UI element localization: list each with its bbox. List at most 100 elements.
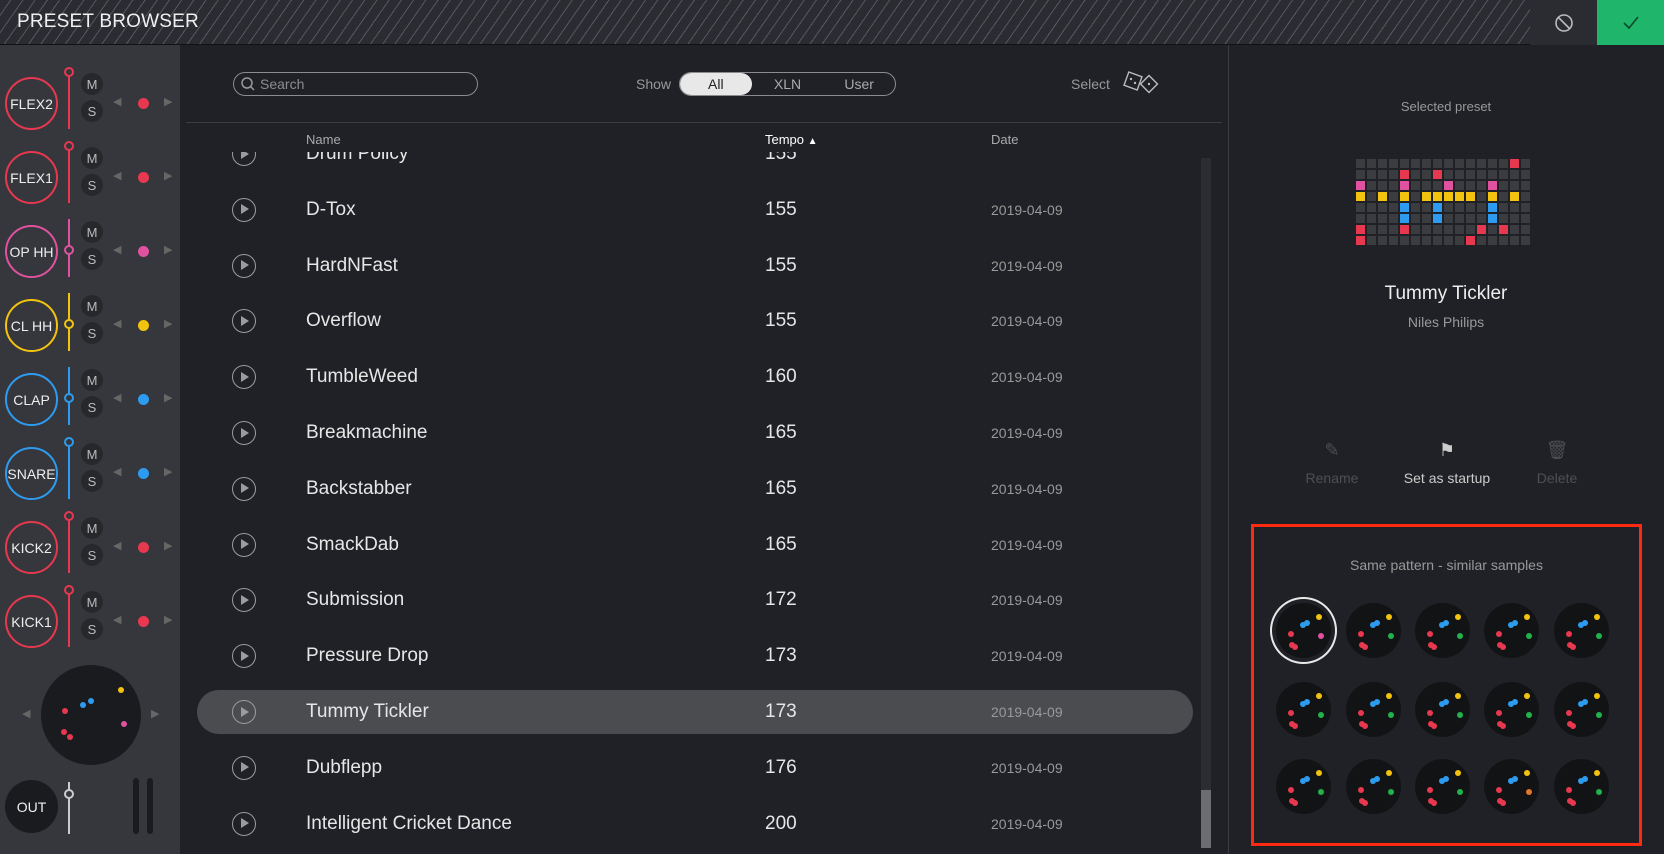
output-fader-handle[interactable]: [64, 789, 74, 799]
similar-preset[interactable]: [1346, 759, 1401, 814]
solo-button[interactable]: S: [81, 396, 103, 418]
next-arrow-icon[interactable]: ▶: [151, 707, 159, 720]
solo-button[interactable]: S: [81, 618, 103, 640]
next-sample-icon[interactable]: ▶: [164, 95, 172, 108]
preset-row[interactable]: Pressure Drop 173 2019-04-09: [197, 634, 1193, 678]
filter-user[interactable]: User: [823, 73, 895, 95]
channel-fader[interactable]: [68, 589, 70, 647]
mute-button[interactable]: M: [81, 443, 103, 465]
mute-button[interactable]: M: [81, 221, 103, 243]
dice-icon[interactable]: [1122, 70, 1164, 98]
column-date[interactable]: Date: [991, 132, 1018, 147]
similar-preset[interactable]: [1415, 603, 1470, 658]
prev-arrow-icon[interactable]: ◀: [22, 707, 30, 720]
preset-row[interactable]: TumbleWeed 160 2019-04-09: [197, 355, 1193, 399]
play-icon[interactable]: [232, 365, 256, 390]
search-input[interactable]: [233, 72, 478, 96]
play-icon[interactable]: [232, 644, 256, 669]
fader-handle[interactable]: [64, 141, 74, 151]
preset-row[interactable]: D-Tox 155 2019-04-09: [197, 188, 1193, 232]
channel-fader[interactable]: [68, 145, 70, 203]
solo-button[interactable]: S: [81, 100, 103, 122]
similar-preset[interactable]: [1276, 759, 1331, 814]
channel-fader[interactable]: [68, 71, 70, 129]
solo-button[interactable]: S: [81, 544, 103, 566]
set-as-startup-button[interactable]: ⚑ Set as startup: [1392, 440, 1502, 486]
similar-preset[interactable]: [1346, 682, 1401, 737]
preset-row[interactable]: Dubflepp 176 2019-04-09: [197, 746, 1193, 790]
similar-preset[interactable]: [1554, 759, 1609, 814]
prev-sample-icon[interactable]: ◀: [113, 391, 121, 404]
prev-sample-icon[interactable]: ◀: [113, 243, 121, 256]
confirm-button[interactable]: [1597, 0, 1664, 45]
preset-row[interactable]: Drum Policy 155: [197, 152, 1193, 176]
mute-button[interactable]: M: [81, 147, 103, 169]
filter-xln[interactable]: XLN: [752, 73, 824, 95]
fader-handle[interactable]: [64, 319, 74, 329]
similar-preset[interactable]: [1484, 603, 1539, 658]
similar-preset[interactable]: [1415, 759, 1470, 814]
similar-preset[interactable]: [1276, 682, 1331, 737]
fader-handle[interactable]: [64, 67, 74, 77]
mute-button[interactable]: M: [81, 369, 103, 391]
delete-button[interactable]: 🗑 Delete: [1502, 440, 1612, 486]
next-sample-icon[interactable]: ▶: [164, 169, 172, 182]
solo-button[interactable]: S: [81, 470, 103, 492]
prev-sample-icon[interactable]: ◀: [113, 169, 121, 182]
mute-button[interactable]: M: [81, 295, 103, 317]
next-sample-icon[interactable]: ▶: [164, 613, 172, 626]
play-icon[interactable]: [232, 197, 256, 222]
solo-button[interactable]: S: [81, 322, 103, 344]
fader-handle[interactable]: [64, 585, 74, 595]
next-sample-icon[interactable]: ▶: [164, 465, 172, 478]
channel-knob[interactable]: CL HH: [5, 299, 58, 352]
play-icon[interactable]: [232, 811, 256, 836]
scrollbar-thumb[interactable]: [1201, 790, 1211, 848]
preset-row[interactable]: SmackDab 165 2019-04-09: [197, 523, 1193, 567]
similar-preset[interactable]: [1484, 682, 1539, 737]
similar-preset[interactable]: [1276, 603, 1331, 658]
preset-row[interactable]: Breakmachine 165 2019-04-09: [197, 411, 1193, 455]
channel-knob[interactable]: SNARE: [5, 447, 58, 500]
preset-row[interactable]: Tummy Tickler 173 2019-04-09: [197, 690, 1193, 734]
solo-button[interactable]: S: [81, 248, 103, 270]
channel-knob[interactable]: KICK1: [5, 595, 58, 648]
mute-button[interactable]: M: [81, 73, 103, 95]
play-icon[interactable]: [232, 588, 256, 613]
play-icon[interactable]: [232, 476, 256, 501]
next-sample-icon[interactable]: ▶: [164, 243, 172, 256]
preset-row[interactable]: Intelligent Cricket Dance 200 2019-04-09: [197, 802, 1193, 846]
similar-preset[interactable]: [1554, 603, 1609, 658]
similar-preset[interactable]: [1415, 682, 1470, 737]
mute-button[interactable]: M: [81, 517, 103, 539]
next-sample-icon[interactable]: ▶: [164, 391, 172, 404]
prev-sample-icon[interactable]: ◀: [113, 539, 121, 552]
sample-space-pad[interactable]: [41, 665, 141, 765]
play-icon[interactable]: [232, 700, 256, 724]
play-icon[interactable]: [232, 253, 256, 278]
play-icon[interactable]: [232, 309, 256, 334]
channel-knob[interactable]: OP HH: [5, 225, 58, 278]
channel-fader[interactable]: [68, 515, 70, 573]
solo-button[interactable]: S: [81, 174, 103, 196]
channel-knob[interactable]: FLEX1: [5, 151, 58, 204]
scrollbar[interactable]: [1201, 158, 1211, 848]
channel-fader[interactable]: [68, 441, 70, 499]
play-icon[interactable]: [232, 421, 256, 445]
next-sample-icon[interactable]: ▶: [164, 539, 172, 552]
preset-row[interactable]: Backstabber 165 2019-04-09: [197, 467, 1193, 511]
similar-preset[interactable]: [1484, 759, 1539, 814]
preset-row[interactable]: Submission 172 2019-04-09: [197, 578, 1193, 622]
channel-knob[interactable]: CLAP: [5, 373, 58, 426]
play-icon[interactable]: [232, 755, 256, 780]
fader-handle[interactable]: [64, 393, 74, 403]
cancel-button[interactable]: [1530, 0, 1597, 45]
fader-handle[interactable]: [64, 437, 74, 447]
channel-knob[interactable]: FLEX2: [5, 77, 58, 130]
output-knob[interactable]: OUT: [5, 780, 58, 833]
fader-handle[interactable]: [64, 511, 74, 521]
prev-sample-icon[interactable]: ◀: [113, 317, 121, 330]
channel-knob[interactable]: KICK2: [5, 521, 58, 574]
fader-handle[interactable]: [64, 245, 74, 255]
play-icon[interactable]: [232, 152, 256, 166]
